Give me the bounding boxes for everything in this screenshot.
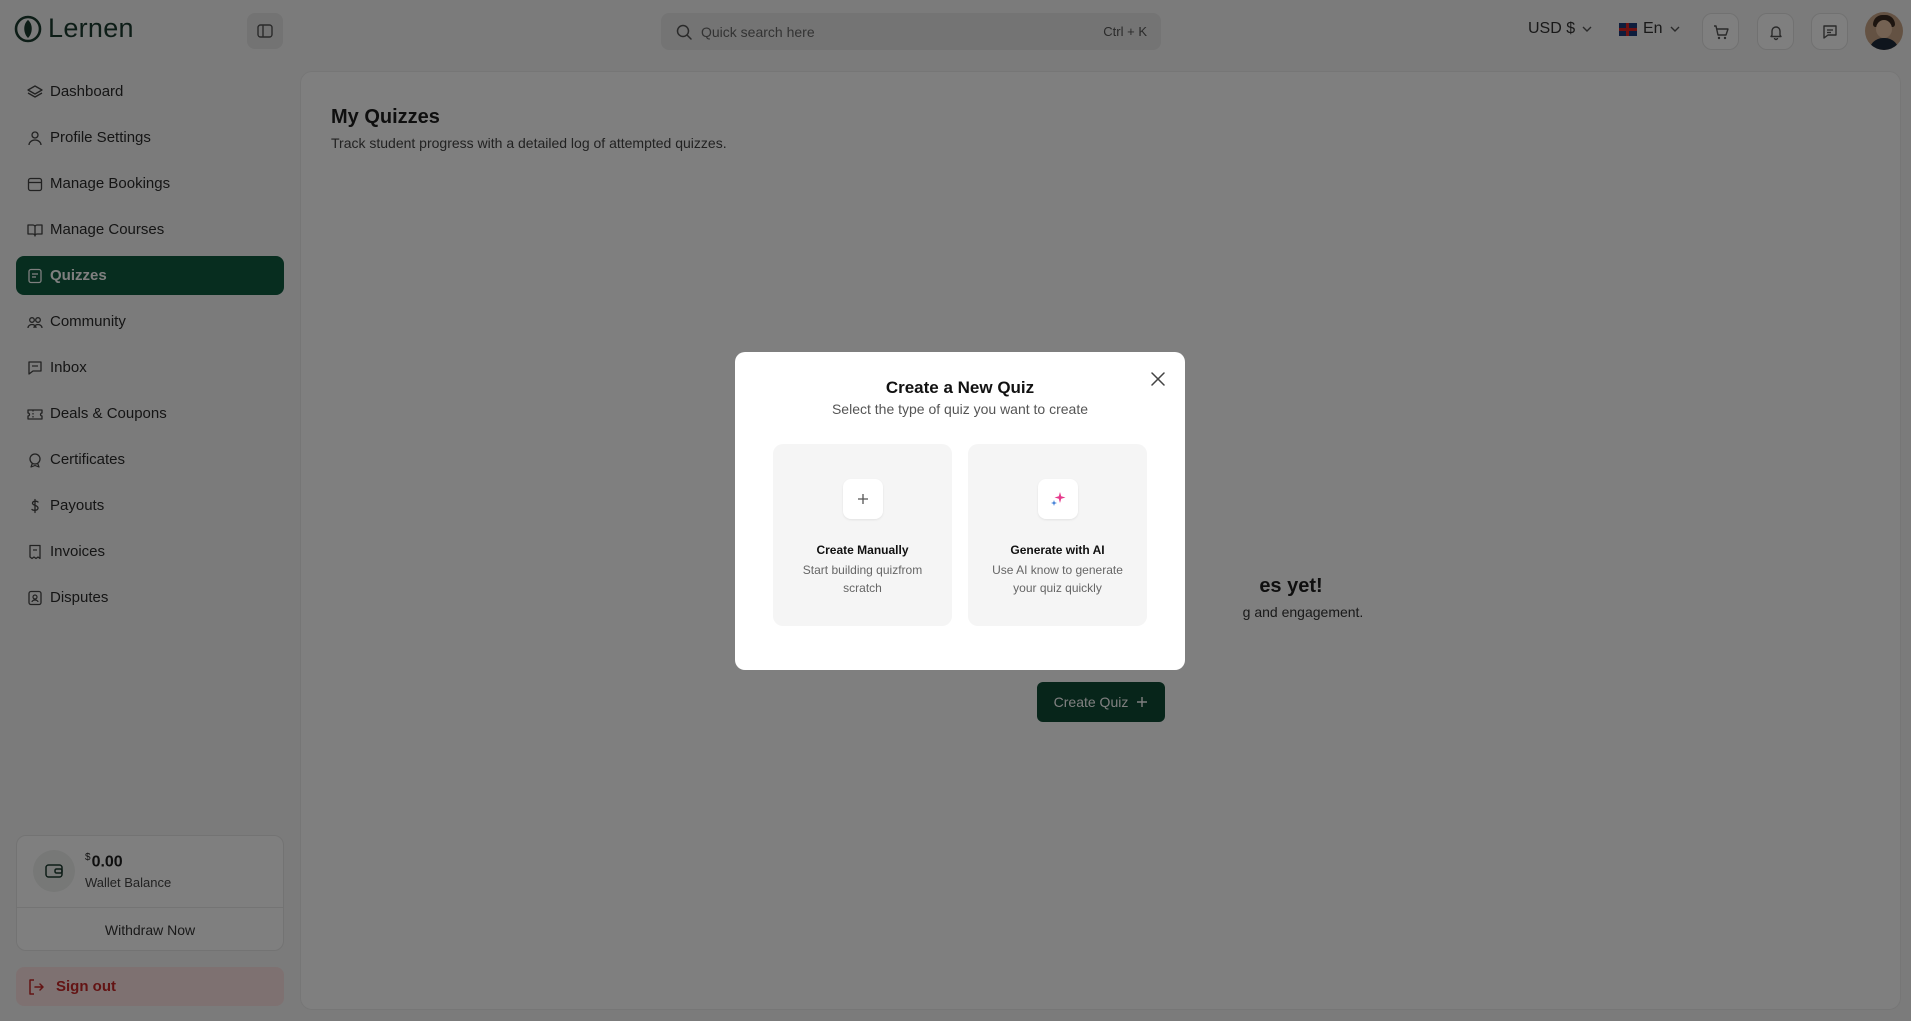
option-title: Create Manually (816, 543, 909, 557)
create-quiz-modal: Create a New Quiz Select the type of qui… (735, 352, 1185, 670)
option-title: Generate with AI (1010, 543, 1105, 557)
option-description: Use AI know to generate your quiz quickl… (992, 563, 1123, 595)
generate-with-ai-option[interactable]: Generate with AI Use AI know to generate… (968, 444, 1147, 626)
option-description: Start building quizfrom scratch (802, 563, 923, 595)
plus-icon (843, 479, 883, 519)
modal-title: Create a New Quiz (885, 378, 1035, 397)
modal-subtitle: Select the type of quiz you want to crea… (831, 401, 1089, 417)
create-manually-option[interactable]: Create Manually Start building quizfrom … (773, 444, 952, 626)
sparkle-icon (1038, 479, 1078, 519)
